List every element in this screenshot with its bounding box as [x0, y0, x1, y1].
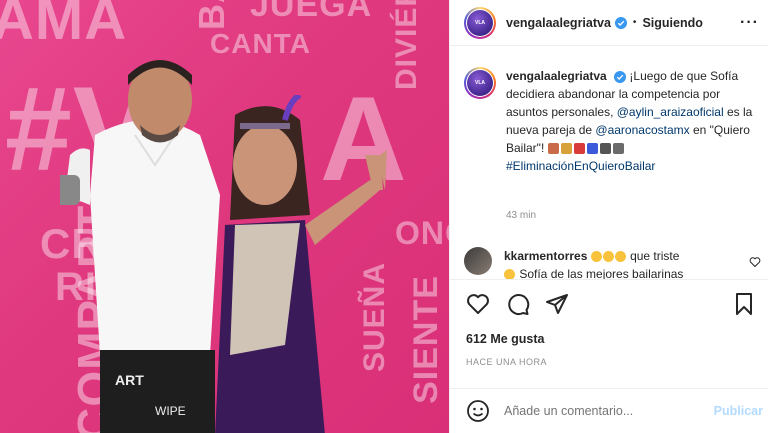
comment-like-heart-icon[interactable] — [749, 256, 761, 268]
bg-word: DIVIÉRTE — [390, 0, 423, 90]
commenter-username[interactable]: kkarmentorres — [504, 249, 587, 263]
comment-composer: Publicar — [450, 388, 768, 433]
tv-emoji-icon — [612, 143, 624, 155]
heart-icon[interactable] — [466, 292, 490, 316]
couple-emoji-icon — [547, 143, 559, 155]
man-figure: ART WIPE — [60, 60, 220, 433]
svg-text:ART: ART — [115, 372, 144, 388]
separator-dot: • — [632, 17, 637, 28]
comment-item: kkarmentorres que triste Sofía de las me… — [464, 247, 764, 279]
bookmark-icon[interactable] — [732, 292, 756, 316]
post-side-panel: VLA vengalaalegriatva • Siguiendo ··· VL… — [449, 0, 768, 433]
caption-time: 43 min — [506, 210, 537, 221]
sad-face-emoji-icon — [590, 251, 602, 263]
profile-avatar-image: VLA — [467, 9, 493, 36]
caption-username[interactable]: vengalaalegriatva — [506, 69, 607, 83]
gif-emoji-icon — [599, 143, 611, 155]
comment-body: que triste — [630, 249, 680, 263]
bg-word: JUEGA — [250, 0, 373, 24]
hashtag-link[interactable]: #EliminaciónEnQuieroBailar — [506, 159, 655, 173]
bg-word: ONO — [395, 215, 449, 251]
likes-count[interactable]: 612 Me gusta — [466, 332, 545, 346]
post-photo[interactable]: AMA BA JUEGA CANTA #V A CR COMPARTE RI S… — [0, 0, 449, 433]
emoji-icon[interactable] — [466, 399, 490, 423]
publish-button[interactable]: Publicar — [714, 404, 763, 418]
bg-word: BA — [191, 0, 232, 30]
post-header: VLA vengalaalegriatva • Siguiendo ··· — [450, 0, 768, 46]
bg-word: SIENTE — [406, 275, 445, 404]
caption-avatar[interactable]: VLA — [464, 67, 496, 99]
following-button[interactable]: Siguiendo — [642, 16, 702, 30]
caption-avatar-image: VLA — [467, 70, 493, 96]
dancer-emoji-icon — [573, 143, 585, 155]
posted-time[interactable]: HACE UNA HORA — [466, 357, 547, 367]
action-bar — [450, 279, 768, 327]
comments-scroll-area[interactable]: VLA vengalaalegriatva ¡Luego de que Sofí… — [450, 47, 768, 279]
post-caption: VLA vengalaalegriatva ¡Luego de que Sofí… — [464, 67, 764, 175]
more-options-icon[interactable]: ··· — [740, 14, 759, 32]
share-icon[interactable] — [545, 292, 569, 316]
commenter-avatar[interactable] — [464, 247, 492, 275]
post-modal: AMA BA JUEGA CANTA #V A CR COMPARTE RI S… — [0, 0, 768, 433]
sad-face-emoji-icon — [504, 269, 515, 279]
girl-figure — [215, 95, 387, 433]
comment-input[interactable] — [504, 404, 704, 418]
caption-text: vengalaalegriatva ¡Luego de que Sofía de… — [506, 67, 764, 175]
username-link[interactable]: vengalaalegriatva — [506, 16, 611, 30]
bg-word: AMA — [0, 0, 128, 52]
verified-badge-icon — [614, 70, 627, 83]
shoe-emoji-icon — [560, 143, 572, 155]
comment-second-line: Sofía de las mejores bailarinas — [516, 267, 684, 279]
mention-link[interactable]: @aaronacostamx — [595, 123, 689, 137]
profile-avatar[interactable]: VLA — [464, 6, 496, 39]
verified-badge-icon — [614, 16, 627, 29]
sad-face-emoji-icon — [602, 251, 614, 263]
sad-face-emoji-icon — [614, 251, 626, 263]
comment-text: kkarmentorres que triste Sofía de las me… — [504, 247, 736, 279]
man-dancing-emoji-icon — [586, 143, 598, 155]
mention-link[interactable]: @aylin_araizaoficial — [617, 105, 724, 119]
svg-text:WIPE: WIPE — [155, 404, 186, 418]
comment-icon[interactable] — [506, 292, 530, 316]
